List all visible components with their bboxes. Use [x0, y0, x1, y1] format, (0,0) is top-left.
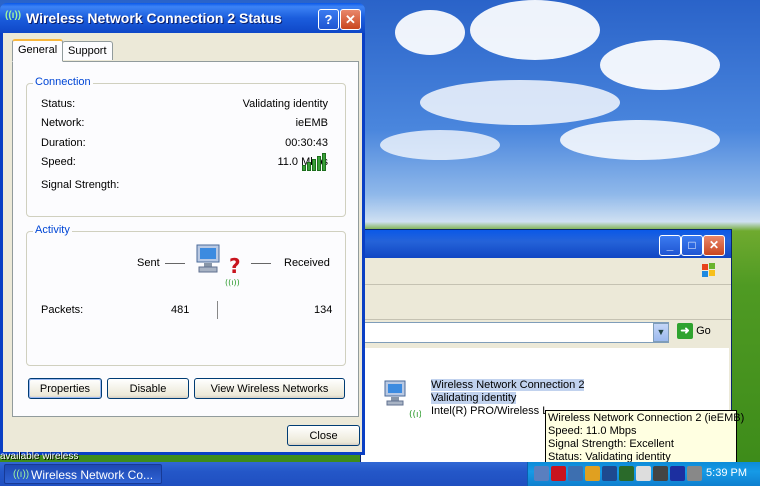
- svg-text:((ı)): ((ı)): [409, 410, 421, 419]
- packets-divider: [217, 301, 218, 319]
- go-arrow-icon: ➜: [677, 323, 693, 339]
- svg-text:((ı)): ((ı)): [225, 278, 240, 287]
- go-button[interactable]: ➜ Go: [677, 323, 711, 339]
- device-tray-icon[interactable]: [619, 466, 634, 481]
- disable-button[interactable]: Disable: [107, 378, 189, 399]
- cloud: [470, 0, 600, 60]
- dialog-close-icon[interactable]: ✕: [340, 9, 361, 30]
- close-button[interactable]: Close: [287, 425, 360, 446]
- wireless-icon: ((ı)): [13, 469, 30, 480]
- close-label: Close: [309, 430, 338, 442]
- maximize-button[interactable]: □: [681, 235, 703, 256]
- sent-line: [165, 263, 185, 264]
- dialog-title: Wireless Network Connection 2 Status: [26, 10, 282, 26]
- tooltip-line-1: Wireless Network Connection 2 (ieEMB): [548, 412, 745, 424]
- explorer-titlebar[interactable]: _ □ ✕: [361, 230, 731, 258]
- tab-support-label: Support: [68, 45, 107, 57]
- speed-label: Speed:: [41, 156, 76, 168]
- help-button[interactable]: ?: [318, 9, 339, 30]
- network-computer-icon: ((ı)): [384, 380, 426, 420]
- dialog-titlebar[interactable]: ((ı)) Wireless Network Connection 2 Stat…: [0, 3, 365, 33]
- properties-button[interactable]: Properties: [28, 378, 102, 399]
- activity-group: Activity: [26, 224, 346, 366]
- clock[interactable]: 5:39 PM: [706, 467, 747, 479]
- status-label: Status:: [41, 98, 76, 110]
- app-tray-icon[interactable]: [670, 466, 685, 481]
- close-button[interactable]: ✕: [703, 235, 725, 256]
- menu-bar: [361, 258, 731, 285]
- cloud: [395, 10, 465, 55]
- wireless-warning-tray-icon[interactable]: [551, 466, 566, 481]
- cloud: [420, 80, 620, 125]
- properties-label: Properties: [39, 383, 91, 395]
- go-label: Go: [696, 324, 711, 337]
- address-dropdown-icon[interactable]: ▼: [653, 323, 669, 342]
- taskbar-button-wireless[interactable]: ((ı)) Wireless Network Co...: [4, 464, 162, 484]
- tray-tooltip: Wireless Network Connection 2 (ieEMB) Sp…: [545, 410, 745, 464]
- connection-name: Wireless Network Connection 2: [431, 379, 585, 391]
- duration-label: Duration:: [41, 137, 86, 149]
- packets-received-value: 134: [314, 304, 333, 316]
- minimize-button[interactable]: _: [659, 235, 681, 256]
- address-bar[interactable]: [361, 322, 669, 343]
- network-tray-icon[interactable]: [534, 466, 549, 481]
- tab-general-label: General: [18, 44, 58, 56]
- network-activity-icon: ? ((ı)): [196, 244, 241, 287]
- svg-text:?: ?: [229, 254, 241, 278]
- display-tray-icon[interactable]: [602, 466, 617, 481]
- system-tray: 5:39 PM: [527, 462, 760, 486]
- cloud: [600, 40, 720, 90]
- network-value: ieEMB: [295, 117, 328, 129]
- sound-tray-icon[interactable]: [568, 466, 583, 481]
- tooltip-line-2: Speed: 11.0 Mbps: [548, 425, 637, 437]
- network-label: Network:: [41, 117, 85, 129]
- keyboard-tray-icon[interactable]: [687, 466, 702, 481]
- activity-legend: Activity: [33, 224, 72, 236]
- packets-sent-value: 481: [171, 304, 190, 316]
- view-wireless-networks-button[interactable]: View Wireless Networks: [194, 378, 345, 399]
- signal-strength-label: Signal Strength:: [41, 179, 120, 191]
- disable-label: Disable: [129, 383, 167, 395]
- duration-value: 00:30:43: [285, 137, 328, 149]
- cloud: [560, 120, 720, 160]
- utility-tray-icon[interactable]: [585, 466, 600, 481]
- tooltip-line-3: Signal Strength: Excellent: [548, 438, 674, 450]
- received-label: Received: [284, 257, 330, 269]
- behind-window-text: available wireless: [0, 451, 79, 462]
- toolbar: [361, 285, 731, 320]
- tab-general[interactable]: General: [12, 39, 64, 62]
- status-value: Validating identity: [242, 98, 328, 110]
- received-line: [251, 263, 271, 264]
- view-wireless-networks-label: View Wireless Networks: [210, 383, 329, 395]
- status-dialog: ((ı)) Wireless Network Connection 2 Stat…: [0, 3, 365, 455]
- connection-status: Validating identity: [431, 392, 517, 404]
- sent-label: Sent: [137, 257, 160, 269]
- connection-legend: Connection: [33, 76, 93, 88]
- tab-support[interactable]: Support: [62, 41, 113, 60]
- ve-tray-icon[interactable]: [636, 466, 651, 481]
- packets-label: Packets:: [41, 304, 84, 316]
- taskbar-button-label: Wireless Network Co...: [31, 468, 154, 482]
- monitor-tray-icon[interactable]: [653, 466, 668, 481]
- wireless-connection-item[interactable]: ((ı)) Wireless Network Connection 2 Vali…: [381, 379, 585, 422]
- cloud: [380, 130, 500, 160]
- wireless-icon: ((ı)): [5, 10, 22, 21]
- taskbar: ((ı)) Wireless Network Co... 5:39 PM: [0, 462, 760, 486]
- windows-logo-icon: [702, 263, 715, 277]
